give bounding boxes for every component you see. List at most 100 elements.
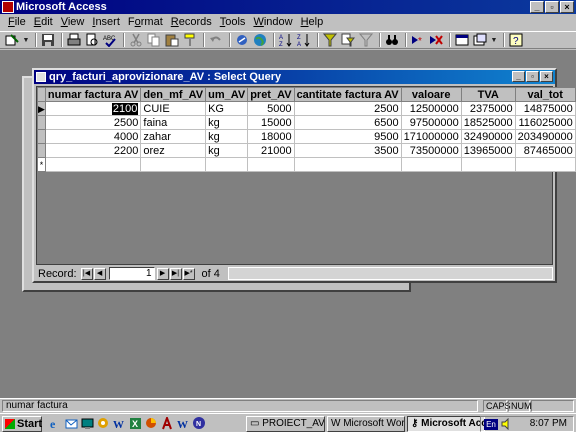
table-cell[interactable] [400, 157, 462, 172]
taskbar-item-access[interactable]: ⚷ Microsoft Acc... [407, 416, 485, 432]
word-icon[interactable]: W [112, 416, 127, 431]
word-icon[interactable]: W [176, 416, 191, 431]
language-indicator[interactable]: En [484, 419, 498, 430]
access-icon[interactable] [160, 416, 175, 431]
channels-icon[interactable] [96, 416, 111, 431]
taskbar-item-word[interactable]: W Microsoft Word ... [327, 416, 405, 432]
column-header[interactable]: TVA [460, 87, 516, 102]
table-cell[interactable] [140, 157, 207, 172]
cut-icon[interactable] [128, 32, 144, 48]
table-cell[interactable] [460, 157, 516, 172]
table-cell[interactable]: 13965000 [460, 143, 516, 158]
table-cell[interactable]: faina [140, 115, 207, 130]
delete-record-icon[interactable] [428, 32, 444, 48]
table-cell[interactable]: 6500 [293, 115, 402, 130]
table-cell[interactable]: 14875000 [514, 101, 576, 116]
table-cell[interactable]: 18000 [247, 129, 295, 144]
table-cell[interactable]: 18525000 [460, 115, 516, 130]
filter-by-form-icon[interactable] [340, 32, 356, 48]
menu-records[interactable]: Records [167, 15, 216, 30]
table-cell[interactable]: 116025000 [514, 115, 576, 130]
outlook-express-icon[interactable] [64, 416, 79, 431]
table-cell[interactable]: 4000 [44, 129, 142, 144]
table-cell[interactable]: kg [205, 129, 249, 144]
minimize-button[interactable]: _ [530, 1, 544, 13]
new-record-marker[interactable]: * [37, 157, 46, 172]
table-cell[interactable]: 203490000 [514, 129, 576, 144]
table-cell[interactable]: 73500000 [400, 143, 462, 158]
close-button[interactable]: × [560, 1, 574, 13]
save-icon[interactable] [40, 32, 56, 48]
menu-format[interactable]: Format [124, 15, 167, 30]
menu-file[interactable]: File [4, 15, 30, 30]
web-toolbar-icon[interactable] [252, 32, 268, 48]
desktop-icon[interactable] [80, 416, 95, 431]
copy-icon[interactable] [146, 32, 162, 48]
table-cell[interactable]: KG [205, 101, 249, 116]
sort-ascending-icon[interactable]: AZ [278, 32, 294, 48]
table-cell[interactable]: 32490000 [460, 129, 516, 144]
sort-descending-icon[interactable]: ZA [296, 32, 312, 48]
column-header[interactable]: um_AV [205, 87, 249, 102]
apply-filter-icon[interactable] [358, 32, 374, 48]
taskbar-item-proiect[interactable]: ▭ PROIECT_AV [246, 416, 325, 432]
new-record-button[interactable]: ▶* [182, 267, 195, 280]
table-cell[interactable]: 2200 [44, 143, 142, 158]
internet-explorer-icon[interactable]: e [48, 416, 63, 431]
table-cell[interactable]: kg [205, 115, 249, 130]
select-all-corner[interactable] [37, 87, 46, 102]
column-header[interactable]: valoare [400, 87, 462, 102]
chevron-down-icon[interactable]: ▼ [22, 32, 30, 48]
print-preview-icon[interactable] [84, 32, 100, 48]
table-cell[interactable]: 12500000 [400, 101, 462, 116]
clock[interactable]: 8:07 PM [530, 417, 567, 431]
menu-insert[interactable]: Insert [88, 15, 124, 30]
first-record-button[interactable]: |◀ [80, 267, 93, 280]
insert-hyperlink-icon[interactable] [234, 32, 250, 48]
table-cell[interactable]: kg [205, 143, 249, 158]
volume-icon[interactable] [501, 417, 513, 432]
chevron-down-icon[interactable]: ▼ [490, 32, 498, 48]
menu-help[interactable]: Help [297, 15, 328, 30]
table-cell[interactable]: 87465000 [514, 143, 576, 158]
start-button[interactable]: Start [2, 416, 42, 432]
netscape-icon[interactable]: N [192, 416, 207, 431]
query-maximize-button[interactable]: ▫ [526, 71, 539, 82]
app-title-bar[interactable]: Microsoft Access _ ▫ × [0, 0, 576, 14]
table-cell[interactable]: orez [140, 143, 207, 158]
table-cell[interactable]: 9500 [293, 129, 402, 144]
menu-edit[interactable]: Edit [30, 15, 57, 30]
table-cell[interactable]: 2375000 [460, 101, 516, 116]
next-record-button[interactable]: ▶ [156, 267, 169, 280]
menu-window[interactable]: Window [249, 15, 296, 30]
record-selector-current[interactable]: ▶ [37, 101, 46, 116]
query-minimize-button[interactable]: _ [512, 71, 525, 82]
horizontal-scrollbar[interactable] [227, 267, 553, 280]
print-icon[interactable] [66, 32, 82, 48]
new-object-icon[interactable] [472, 32, 488, 48]
table-cell[interactable]: 3500 [293, 143, 402, 158]
database-window-icon[interactable] [454, 32, 470, 48]
table-cell[interactable]: 21000 [247, 143, 295, 158]
table-cell[interactable] [205, 157, 249, 172]
record-selector[interactable] [37, 129, 46, 144]
menu-tools[interactable]: Tools [216, 15, 250, 30]
table-cell[interactable]: 15000 [247, 115, 295, 130]
table-cell[interactable] [514, 157, 576, 172]
table-cell[interactable]: CUIE [140, 101, 207, 116]
last-record-button[interactable]: ▶| [169, 267, 182, 280]
spelling-icon[interactable]: ABC [102, 32, 118, 48]
find-binoculars-icon[interactable] [384, 32, 400, 48]
undo-icon[interactable] [208, 32, 224, 48]
table-cell[interactable] [247, 157, 295, 172]
filter-by-selection-icon[interactable] [322, 32, 338, 48]
table-cell[interactable]: 171000000 [400, 129, 462, 144]
design-view-icon[interactable] [4, 32, 20, 48]
format-painter-icon[interactable] [182, 32, 198, 48]
table-cell[interactable]: 5000 [247, 101, 295, 116]
column-header[interactable]: numar factura AV [44, 87, 142, 102]
query-title-bar[interactable]: qry_facturi_aprovizionare_AV : Select Qu… [34, 70, 555, 84]
table-cell[interactable] [44, 157, 142, 172]
office-assistant-icon[interactable]: ? [508, 32, 524, 48]
column-header[interactable]: den_mf_AV [140, 87, 207, 102]
